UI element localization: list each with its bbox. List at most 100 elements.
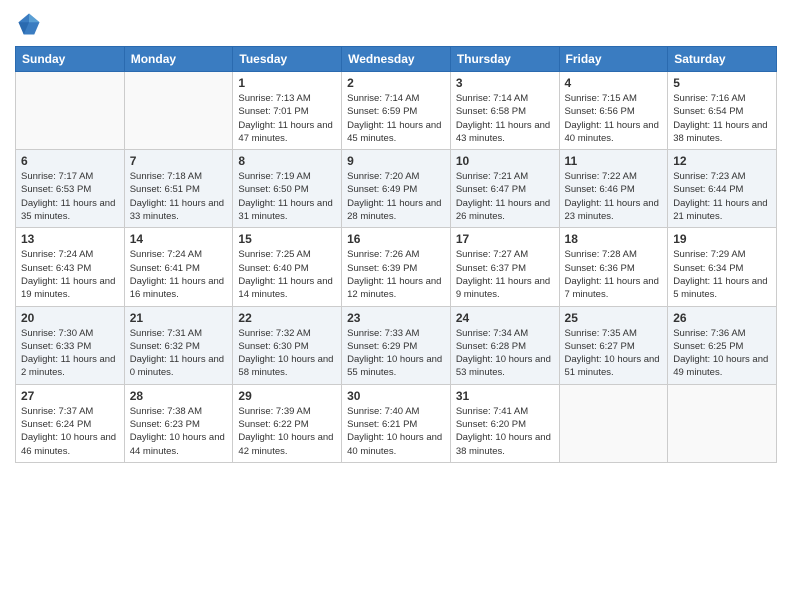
calendar-cell (559, 384, 668, 462)
header (15, 10, 777, 38)
calendar-cell: 27 Sunrise: 7:37 AM Sunset: 6:24 PM Dayli… (16, 384, 125, 462)
day-number: 5 (673, 76, 771, 90)
day-info: Sunrise: 7:32 AM Sunset: 6:30 PM Dayligh… (238, 327, 336, 380)
logo-icon (15, 10, 43, 38)
calendar-day-header: Tuesday (233, 47, 342, 72)
day-info: Sunrise: 7:38 AM Sunset: 6:23 PM Dayligh… (130, 405, 228, 458)
calendar-cell: 8 Sunrise: 7:19 AM Sunset: 6:50 PM Daylig… (233, 150, 342, 228)
calendar-cell: 28 Sunrise: 7:38 AM Sunset: 6:23 PM Dayli… (124, 384, 233, 462)
calendar-cell: 21 Sunrise: 7:31 AM Sunset: 6:32 PM Dayli… (124, 306, 233, 384)
day-info: Sunrise: 7:23 AM Sunset: 6:44 PM Dayligh… (673, 170, 771, 223)
day-number: 11 (565, 154, 663, 168)
day-info: Sunrise: 7:14 AM Sunset: 6:59 PM Dayligh… (347, 92, 445, 145)
day-number: 31 (456, 389, 554, 403)
calendar-cell: 14 Sunrise: 7:24 AM Sunset: 6:41 PM Dayli… (124, 228, 233, 306)
day-number: 25 (565, 311, 663, 325)
calendar-week-row: 6 Sunrise: 7:17 AM Sunset: 6:53 PM Daylig… (16, 150, 777, 228)
day-number: 19 (673, 232, 771, 246)
calendar-cell: 22 Sunrise: 7:32 AM Sunset: 6:30 PM Dayli… (233, 306, 342, 384)
calendar-cell: 30 Sunrise: 7:40 AM Sunset: 6:21 PM Dayli… (342, 384, 451, 462)
day-number: 24 (456, 311, 554, 325)
calendar-cell: 16 Sunrise: 7:26 AM Sunset: 6:39 PM Dayli… (342, 228, 451, 306)
day-number: 21 (130, 311, 228, 325)
calendar-week-row: 20Sunrise: 7:30 AM Sunset: 6:33 PM Dayli… (16, 306, 777, 384)
day-number: 27 (21, 389, 119, 403)
calendar-week-row: 27 Sunrise: 7:37 AM Sunset: 6:24 PM Dayli… (16, 384, 777, 462)
calendar-week-row: 1Sunrise: 7:13 AM Sunset: 7:01 PM Daylig… (16, 72, 777, 150)
day-number: 3 (456, 76, 554, 90)
day-info: Sunrise: 7:20 AM Sunset: 6:49 PM Dayligh… (347, 170, 445, 223)
day-info: Sunrise: 7:15 AM Sunset: 6:56 PM Dayligh… (565, 92, 663, 145)
day-info: Sunrise: 7:30 AM Sunset: 6:33 PM Dayligh… (21, 327, 119, 380)
day-number: 18 (565, 232, 663, 246)
day-info: Sunrise: 7:40 AM Sunset: 6:21 PM Dayligh… (347, 405, 445, 458)
calendar-header-row: SundayMondayTuesdayWednesdayThursdayFrid… (16, 47, 777, 72)
day-number: 14 (130, 232, 228, 246)
calendar-day-header: Saturday (668, 47, 777, 72)
day-info: Sunrise: 7:25 AM Sunset: 6:40 PM Dayligh… (238, 248, 336, 301)
calendar-cell: 20Sunrise: 7:30 AM Sunset: 6:33 PM Dayli… (16, 306, 125, 384)
calendar-cell: 15Sunrise: 7:25 AM Sunset: 6:40 PM Dayli… (233, 228, 342, 306)
day-number: 1 (238, 76, 336, 90)
calendar-day-header: Sunday (16, 47, 125, 72)
calendar-cell: 10 Sunrise: 7:21 AM Sunset: 6:47 PM Dayli… (450, 150, 559, 228)
calendar-cell: 19Sunrise: 7:29 AM Sunset: 6:34 PM Dayli… (668, 228, 777, 306)
calendar-week-row: 13 Sunrise: 7:24 AM Sunset: 6:43 PM Dayli… (16, 228, 777, 306)
day-info: Sunrise: 7:19 AM Sunset: 6:50 PM Dayligh… (238, 170, 336, 223)
calendar-cell (16, 72, 125, 150)
day-info: Sunrise: 7:24 AM Sunset: 6:43 PM Dayligh… (21, 248, 119, 301)
calendar-cell: 13 Sunrise: 7:24 AM Sunset: 6:43 PM Dayli… (16, 228, 125, 306)
day-number: 13 (21, 232, 119, 246)
calendar-cell: 11 Sunrise: 7:22 AM Sunset: 6:46 PM Dayli… (559, 150, 668, 228)
logo (15, 10, 47, 38)
day-info: Sunrise: 7:22 AM Sunset: 6:46 PM Dayligh… (565, 170, 663, 223)
day-number: 6 (21, 154, 119, 168)
calendar-table: SundayMondayTuesdayWednesdayThursdayFrid… (15, 46, 777, 463)
day-number: 28 (130, 389, 228, 403)
day-number: 17 (456, 232, 554, 246)
calendar-cell: 18 Sunrise: 7:28 AM Sunset: 6:36 PM Dayli… (559, 228, 668, 306)
calendar-cell: 29 Sunrise: 7:39 AM Sunset: 6:22 PM Dayli… (233, 384, 342, 462)
day-info: Sunrise: 7:28 AM Sunset: 6:36 PM Dayligh… (565, 248, 663, 301)
day-info: Sunrise: 7:36 AM Sunset: 6:25 PM Dayligh… (673, 327, 771, 380)
day-info: Sunrise: 7:17 AM Sunset: 6:53 PM Dayligh… (21, 170, 119, 223)
calendar-cell: 4Sunrise: 7:15 AM Sunset: 6:56 PM Daylig… (559, 72, 668, 150)
calendar-day-header: Wednesday (342, 47, 451, 72)
calendar-cell: 24Sunrise: 7:34 AM Sunset: 6:28 PM Dayli… (450, 306, 559, 384)
day-info: Sunrise: 7:14 AM Sunset: 6:58 PM Dayligh… (456, 92, 554, 145)
day-info: Sunrise: 7:26 AM Sunset: 6:39 PM Dayligh… (347, 248, 445, 301)
day-number: 2 (347, 76, 445, 90)
day-number: 30 (347, 389, 445, 403)
calendar-cell: 2 Sunrise: 7:14 AM Sunset: 6:59 PM Daylig… (342, 72, 451, 150)
day-info: Sunrise: 7:33 AM Sunset: 6:29 PM Dayligh… (347, 327, 445, 380)
day-number: 22 (238, 311, 336, 325)
calendar-cell: 17Sunrise: 7:27 AM Sunset: 6:37 PM Dayli… (450, 228, 559, 306)
day-info: Sunrise: 7:16 AM Sunset: 6:54 PM Dayligh… (673, 92, 771, 145)
day-number: 10 (456, 154, 554, 168)
day-info: Sunrise: 7:18 AM Sunset: 6:51 PM Dayligh… (130, 170, 228, 223)
day-info: Sunrise: 7:31 AM Sunset: 6:32 PM Dayligh… (130, 327, 228, 380)
calendar-cell: 26Sunrise: 7:36 AM Sunset: 6:25 PM Dayli… (668, 306, 777, 384)
day-number: 12 (673, 154, 771, 168)
calendar-cell: 7 Sunrise: 7:18 AM Sunset: 6:51 PM Daylig… (124, 150, 233, 228)
day-number: 8 (238, 154, 336, 168)
calendar-cell: 9Sunrise: 7:20 AM Sunset: 6:49 PM Daylig… (342, 150, 451, 228)
calendar-cell: 23Sunrise: 7:33 AM Sunset: 6:29 PM Dayli… (342, 306, 451, 384)
calendar-cell: 6 Sunrise: 7:17 AM Sunset: 6:53 PM Daylig… (16, 150, 125, 228)
day-info: Sunrise: 7:21 AM Sunset: 6:47 PM Dayligh… (456, 170, 554, 223)
day-number: 7 (130, 154, 228, 168)
page: SundayMondayTuesdayWednesdayThursdayFrid… (0, 0, 792, 612)
day-info: Sunrise: 7:39 AM Sunset: 6:22 PM Dayligh… (238, 405, 336, 458)
day-info: Sunrise: 7:35 AM Sunset: 6:27 PM Dayligh… (565, 327, 663, 380)
day-info: Sunrise: 7:41 AM Sunset: 6:20 PM Dayligh… (456, 405, 554, 458)
calendar-cell (124, 72, 233, 150)
day-info: Sunrise: 7:24 AM Sunset: 6:41 PM Dayligh… (130, 248, 228, 301)
calendar-cell: 3 Sunrise: 7:14 AM Sunset: 6:58 PM Daylig… (450, 72, 559, 150)
calendar-cell: 25 Sunrise: 7:35 AM Sunset: 6:27 PM Dayli… (559, 306, 668, 384)
calendar-day-header: Monday (124, 47, 233, 72)
day-info: Sunrise: 7:37 AM Sunset: 6:24 PM Dayligh… (21, 405, 119, 458)
calendar-cell: 5 Sunrise: 7:16 AM Sunset: 6:54 PM Daylig… (668, 72, 777, 150)
day-number: 29 (238, 389, 336, 403)
day-number: 16 (347, 232, 445, 246)
calendar-cell: 1Sunrise: 7:13 AM Sunset: 7:01 PM Daylig… (233, 72, 342, 150)
